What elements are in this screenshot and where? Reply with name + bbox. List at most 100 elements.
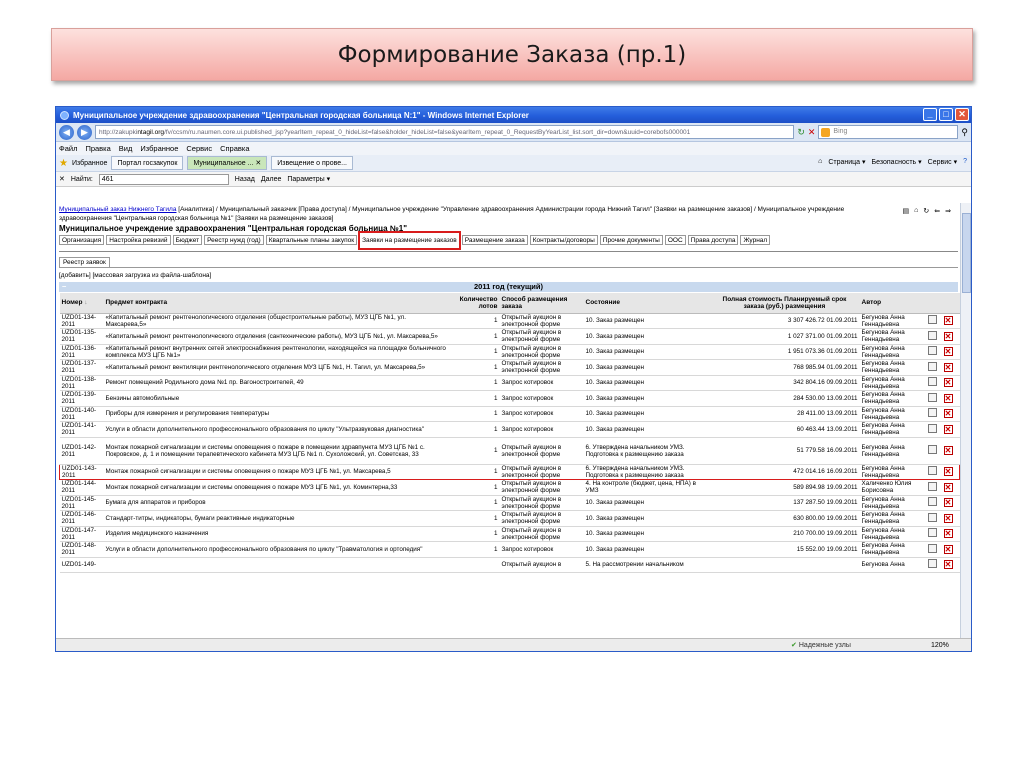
table-row[interactable]: UZD01-137-2011 «Капитальный ремонт вентил… [59,359,960,376]
col-number[interactable]: Номер ↓ [59,293,104,314]
edit-icon[interactable] [927,377,937,387]
tools-menu[interactable]: Сервис ▾ [928,158,957,166]
edit-icon[interactable] [927,423,937,433]
security-menu[interactable]: Безопасность ▾ [872,158,922,166]
tab-organization[interactable]: Организация [59,235,105,245]
refresh-page-icon[interactable]: ↻ [923,207,929,215]
table-row[interactable]: UZD01-142-2011 Монтаж пожарной сигнализац… [59,437,960,465]
tab-notice[interactable]: Извещение о прове... [271,156,353,170]
edit-icon[interactable] [927,497,937,507]
close-find-icon[interactable]: ✕ [59,175,65,183]
collapse-toggle[interactable]: − [62,282,66,291]
col-subject[interactable]: Предмет контракта [103,293,450,314]
help-icon[interactable]: ? [963,158,967,166]
favorites-star-icon[interactable]: ★ [59,158,68,169]
year-group-header[interactable]: − 2011 год (текущий) [59,282,958,292]
table-row[interactable]: UZD01-145-2011 Бумага для аппаратов и при… [59,495,960,511]
edit-icon[interactable] [927,543,937,553]
home-page-icon[interactable]: ⌂ [914,207,918,215]
menu-favorites[interactable]: Избранное [140,144,178,153]
edit-icon[interactable] [927,346,937,356]
delete-icon[interactable]: ✕ [943,316,953,326]
delete-icon[interactable]: ✕ [943,362,953,372]
col-author[interactable]: Автор [859,293,926,314]
menu-file[interactable]: Файл [59,144,77,153]
favorites-label[interactable]: Избранное [72,160,107,167]
delete-icon[interactable]: ✕ [943,560,953,570]
tab-gov-portal[interactable]: Портал госзакупок [111,156,184,170]
find-params-button[interactable]: Параметры ▾ [287,175,330,183]
menu-view[interactable]: Вид [119,144,133,153]
edit-icon[interactable] [927,408,937,418]
delete-icon[interactable]: ✕ [943,513,953,523]
tab-order-placement[interactable]: Размещение заказа [461,235,528,245]
tab-quarterly-plans[interactable]: Квартальные планы закупок [265,235,358,245]
tab-contracts[interactable]: Контракты/договоры [529,235,598,245]
delete-icon[interactable]: ✕ [943,529,953,539]
forward-arrow-icon[interactable]: ⇒ [945,207,951,215]
table-row[interactable]: UZD01-136-2011 «Капитальный ремонт внутре… [59,344,960,360]
close-button[interactable]: ✕ [955,108,969,121]
edit-icon[interactable] [927,445,937,454]
table-row[interactable]: UZD01-149- Открытый аукцион в 5. На рассмо… [59,557,960,573]
table-row[interactable]: UZD01-135-2011 «Капитальный ремонт рентге… [59,328,960,345]
col-state[interactable]: Состояние [583,293,710,314]
zoom-level[interactable]: 120% [931,642,949,649]
page-menu[interactable]: Страница ▾ [828,158,865,166]
breadcrumb-root-link[interactable]: Муниципальный заказ Нижнего Тагила [59,206,176,213]
delete-icon[interactable]: ✕ [943,409,953,419]
tab-budget[interactable]: Бюджет [172,235,203,245]
delete-icon[interactable]: ✕ [943,424,953,434]
edit-icon[interactable] [927,512,937,522]
menu-tools[interactable]: Сервис [186,144,212,153]
tab-journal[interactable]: Журнал [740,235,771,245]
url-field[interactable]: http://zakupki ntagil.org/fv/ccsm/ru.naum… [95,125,795,139]
table-row[interactable]: UZD01-141-2011 Услуги в области дополните… [59,421,960,438]
edit-icon[interactable] [927,466,937,476]
search-input[interactable]: Bing [818,125,959,139]
table-row[interactable]: UZD01-148-2011 Услуги в области дополните… [59,541,960,558]
delete-icon[interactable]: ✕ [943,467,953,477]
delete-icon[interactable]: ✕ [943,378,953,388]
table-row[interactable]: UZD01-144-2011 Монтаж пожарной сигнализац… [59,479,960,496]
table-row[interactable]: UZD01-146-2011 Стандарт-титры, индикаторы… [59,510,960,527]
edit-icon[interactable] [927,330,937,340]
subtab-request-registry[interactable]: Реестр заявок [59,257,110,267]
delete-icon[interactable]: ✕ [943,331,953,341]
refresh-icon[interactable]: ↻ [797,127,805,138]
delete-icon[interactable]: ✕ [943,393,953,403]
delete-icon[interactable]: ✕ [943,347,953,357]
table-row[interactable]: UZD01-140-2011 Приборы для измерения и ре… [59,406,960,422]
table-row[interactable]: UZD01-139-2011 Бензины автомобильные 1 Запр… [59,390,960,407]
table-row[interactable]: UZD01-143-2011 Монтаж пожарной сигнализац… [59,463,960,480]
tab-municipal[interactable]: Муниципальное ... ✕ [187,156,268,170]
menu-help[interactable]: Справка [220,144,249,153]
back-arrow-icon[interactable]: ⇐ [934,207,940,215]
print-icon[interactable]: ▤ [903,207,910,215]
tab-access-rights[interactable]: Права доступа [687,235,739,245]
delete-icon[interactable]: ✕ [943,498,953,508]
col-cost[interactable]: Полная стоимость Планируемый срок заказа… [709,293,860,314]
stop-icon[interactable]: ✕ [808,127,816,138]
table-row[interactable]: UZD01-134-2011 «Капитальный ремонт рентге… [59,313,960,329]
delete-icon[interactable]: ✕ [943,446,953,455]
vertical-scrollbar[interactable] [960,203,971,640]
back-button[interactable]: ◀ [59,124,74,140]
tab-revision-settings[interactable]: Настройка ревизий [106,235,171,245]
find-back-button[interactable]: Назад [235,176,255,183]
tab-needs-registry[interactable]: Реестр нужд (год) [204,235,264,245]
window-titlebar[interactable]: Муниципальное учреждение здравоохранения… [56,107,971,123]
find-next-button[interactable]: Далее [261,176,282,183]
security-zone[interactable]: Надежные узлы [791,641,851,649]
table-row[interactable]: UZD01-138-2011 Ремонт помещений Родильног… [59,375,960,391]
table-row[interactable]: UZD01-147-2011 Изделия медицинского назна… [59,526,960,542]
edit-icon[interactable] [927,361,937,371]
menu-edit[interactable]: Правка [85,144,110,153]
minimize-button[interactable]: _ [923,108,937,121]
forward-button[interactable]: ▶ [77,124,92,140]
col-method[interactable]: Способ размещения заказа [499,293,584,314]
search-icon[interactable]: ⚲ [961,127,968,138]
edit-icon[interactable] [927,315,937,325]
delete-icon[interactable]: ✕ [943,544,953,554]
edit-icon[interactable] [927,392,937,402]
